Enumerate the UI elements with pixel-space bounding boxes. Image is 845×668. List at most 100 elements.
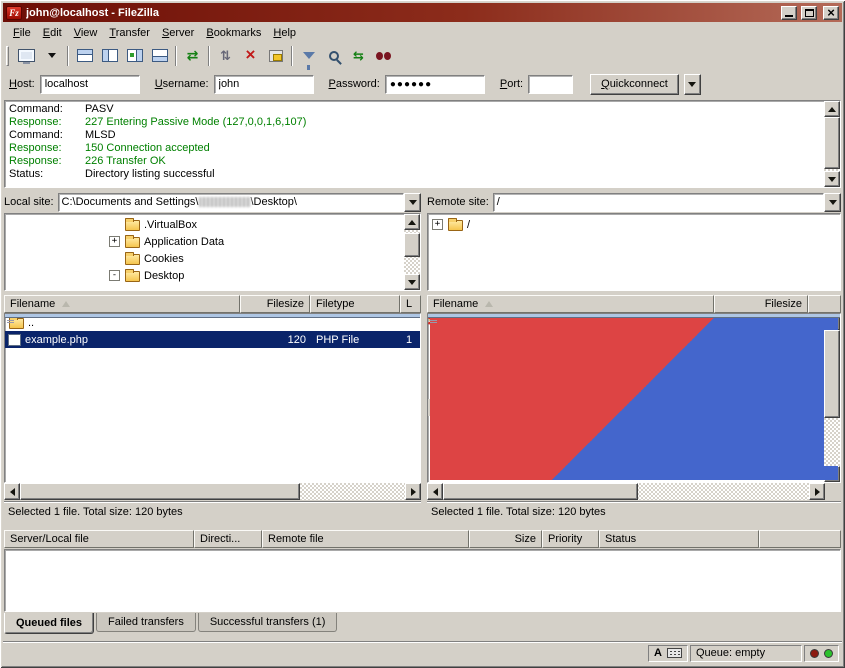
column-header[interactable]: Size <box>469 530 542 548</box>
scroll-down-button[interactable] <box>404 274 420 290</box>
remote-site-combobox[interactable]: / <box>493 193 841 212</box>
file-modified: 1 <box>401 334 420 346</box>
message-log-lines: Command: PASV Response: 227 Entering Pas… <box>5 101 824 187</box>
maximize-button[interactable] <box>801 6 817 20</box>
local-site-combobox[interactable]: C:\Documents and Settings\\Desktop\ <box>58 193 421 212</box>
column-header[interactable]: Filetype <box>310 295 400 313</box>
toolbar-grip[interactable] <box>6 46 9 66</box>
column-header[interactable]: Filesize <box>714 295 808 313</box>
column-header[interactable]: L <box>400 295 421 313</box>
column-header[interactable]: Priority <box>542 530 599 548</box>
refresh-icon[interactable] <box>180 44 205 67</box>
local-tree-scrollbar[interactable] <box>404 214 420 290</box>
queue-tab[interactable]: Successful transfers (1) <box>198 613 338 632</box>
tree-item[interactable]: .VirtualBox <box>5 216 404 233</box>
site-manager-icon <box>18 49 35 62</box>
column-header[interactable]: Filename <box>4 295 240 313</box>
title-bar[interactable]: john@localhost - FileZilla <box>3 3 842 22</box>
port-input[interactable] <box>528 75 573 94</box>
remote-list-hscrollbar[interactable] <box>427 483 825 500</box>
scroll-left-button[interactable] <box>427 483 443 500</box>
toggle-local-tree-icon[interactable] <box>97 44 122 67</box>
remote-site-dropdown-button[interactable] <box>824 193 841 212</box>
toggle-queue-icon[interactable] <box>147 44 172 67</box>
queue-tab[interactable]: Queued files <box>4 613 94 634</box>
site-manager-dropdown-icon <box>48 53 56 58</box>
filter-icon[interactable] <box>296 44 321 67</box>
tree-expander[interactable]: + <box>432 219 443 230</box>
menu-item[interactable]: View <box>68 25 104 41</box>
tree-item[interactable]: Cookies <box>5 250 404 267</box>
menu-item[interactable]: Help <box>267 25 302 41</box>
log-line-text: 150 Connection accepted <box>85 142 210 155</box>
scroll-left-button[interactable] <box>4 483 20 500</box>
minimize-button[interactable] <box>781 6 797 20</box>
local-list-hscrollbar[interactable] <box>4 483 421 500</box>
sync-browsing-icon[interactable] <box>346 44 371 67</box>
site-manager-dropdown-icon[interactable] <box>39 44 64 67</box>
tree-item[interactable]: - Desktop <box>5 267 404 284</box>
scroll-thumb[interactable] <box>824 330 840 418</box>
log-line: Command: PASV <box>9 103 822 116</box>
folder-icon <box>125 254 140 265</box>
toggle-remote-tree-icon[interactable] <box>122 44 147 67</box>
close-button[interactable] <box>823 6 839 20</box>
down-arrow-icon <box>408 280 416 285</box>
menu-item[interactable]: Server <box>156 25 200 41</box>
cancel-icon[interactable] <box>238 44 263 67</box>
queue-tab[interactable]: Failed transfers <box>96 613 196 632</box>
process-queue-icon <box>220 48 231 63</box>
quickconnect-button[interactable]: Quickconnect <box>590 74 679 95</box>
scroll-track[interactable] <box>404 230 420 274</box>
tree-item[interactable]: + / <box>428 216 840 233</box>
scroll-right-button[interactable] <box>809 483 825 500</box>
file-row[interactable]: example.php 120 PHP File 1 <box>5 331 420 348</box>
scroll-down-button[interactable] <box>824 171 840 187</box>
tree-expander[interactable]: - <box>109 270 120 281</box>
scroll-up-button[interactable] <box>824 101 840 117</box>
scroll-track[interactable] <box>20 483 405 500</box>
scroll-thumb[interactable] <box>20 483 300 500</box>
scroll-thumb[interactable] <box>404 233 420 257</box>
toggle-message-log-icon[interactable] <box>72 44 97 67</box>
remote-list-scrollbar[interactable] <box>824 314 840 482</box>
log-scrollbar[interactable] <box>824 101 840 187</box>
scroll-track[interactable] <box>824 117 840 171</box>
menu-item[interactable]: Bookmarks <box>200 25 267 41</box>
menu-item[interactable]: Edit <box>37 25 68 41</box>
column-header[interactable]: Filesize <box>240 295 310 313</box>
disconnect-icon[interactable] <box>263 44 288 67</box>
compare-icon[interactable] <box>321 44 346 67</box>
remote-site-path[interactable]: / <box>493 193 824 212</box>
scroll-track[interactable] <box>443 483 809 500</box>
scroll-up-button[interactable] <box>404 214 420 230</box>
find-icon[interactable] <box>371 44 396 67</box>
log-line-text: 227 Entering Passive Mode (127,0,0,1,6,1… <box>85 116 306 129</box>
column-header[interactable]: Filename <box>427 295 714 313</box>
local-site-dropdown-button[interactable] <box>404 193 421 212</box>
scroll-right-button[interactable] <box>405 483 421 500</box>
tree-item[interactable]: + Application Data <box>5 233 404 250</box>
scroll-thumb[interactable] <box>824 117 840 169</box>
menu-item[interactable]: File <box>7 25 37 41</box>
scroll-thumb[interactable] <box>443 483 638 500</box>
password-input[interactable] <box>385 75 485 94</box>
column-header[interactable] <box>759 530 841 548</box>
scroll-track[interactable] <box>824 330 840 466</box>
process-queue-icon[interactable] <box>213 44 238 67</box>
username-input[interactable] <box>214 75 314 94</box>
column-header[interactable]: Directi... <box>194 530 262 548</box>
site-manager-icon[interactable] <box>14 44 39 67</box>
compare-icon <box>329 51 339 61</box>
tree-expander[interactable]: + <box>109 236 120 247</box>
menu-item[interactable]: Transfer <box>103 25 156 41</box>
quickconnect-bar: Host: Username: Password: Port: Quickcon… <box>3 70 842 98</box>
file-row[interactable]: favicon.ico 7,782 <box>428 416 824 433</box>
column-header[interactable]: Server/Local file <box>4 530 194 548</box>
local-site-path[interactable]: C:\Documents and Settings\\Desktop\ <box>58 193 404 212</box>
column-header[interactable]: Status <box>599 530 759 548</box>
column-header[interactable]: Remote file <box>262 530 469 548</box>
host-input[interactable] <box>40 75 140 94</box>
quickconnect-dropdown-button[interactable] <box>684 74 701 95</box>
password-label: Password: <box>329 78 380 90</box>
